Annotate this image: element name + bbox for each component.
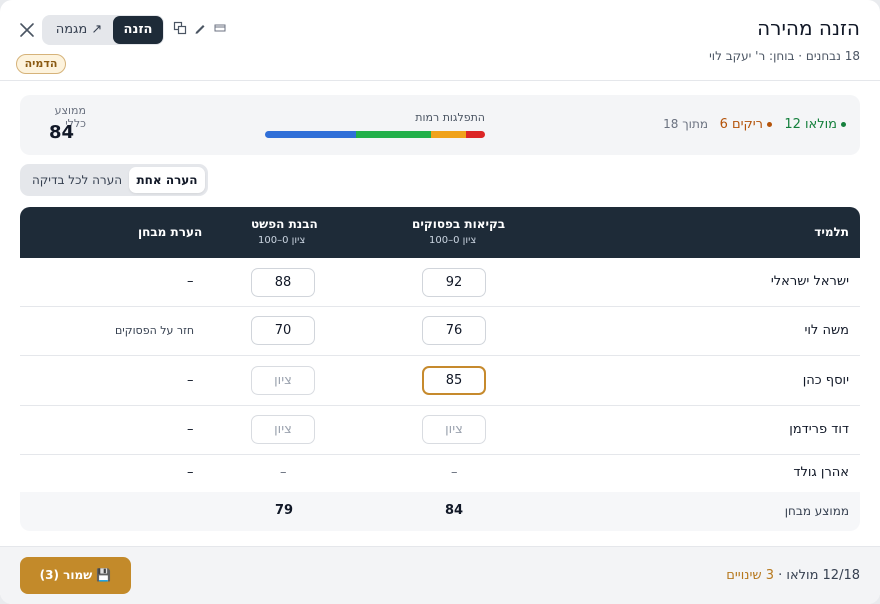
student-name: ישראל ישראלי (770, 274, 849, 289)
modal-footer: 💾 שמור (3) 12/18 מולאו · 3 שינויים (0, 546, 880, 604)
filled-status: 12/18 מולאו (786, 568, 860, 583)
table-header: תלמיד בקיאות בפסוקים ציון 0–100 הבנת הפש… (20, 207, 860, 258)
distribution-segment (265, 131, 357, 138)
header-understanding: הבנת הפשט (251, 217, 318, 231)
filled-count: מולאו 12 (784, 117, 846, 132)
grade-cell-understanding: – (280, 465, 287, 480)
status-separator: · (774, 568, 787, 583)
overall-average-value: 84 (49, 122, 75, 143)
header-student: תלמיד (814, 225, 849, 239)
exam-average-understanding: 79 (275, 503, 294, 518)
header-understanding-range: ציון 0–100 (258, 235, 306, 246)
comment-mode-toggle: הערה אחת הערה לכל בדיקה (20, 164, 208, 196)
mode-switch: הזנה ↗ מגמה (42, 15, 164, 45)
grade-input-understanding[interactable]: 70 (251, 316, 315, 345)
student-name: יוסף כהן (802, 373, 849, 388)
grades-table: תלמיד בקיאות בפסוקים ציון 0–100 הבנת הפש… (20, 207, 860, 531)
header-fluency-range: ציון 0–100 (429, 235, 477, 246)
distribution-label: התפלגות רמות (415, 111, 485, 124)
grade-input-understanding[interactable]: 88 (251, 268, 315, 297)
table-row: ישראל ישראלי 92 88 – (20, 258, 860, 307)
header-note: הערת מבחן (138, 225, 203, 239)
tab-trend[interactable]: ↗ מגמה (48, 16, 110, 44)
note-cell[interactable]: חזר על הפסוקים (115, 324, 194, 337)
filled-dot-icon (841, 122, 846, 127)
tab-input[interactable]: הזנה (113, 16, 163, 44)
table-row: דוד פרידמן ציון ציון – (20, 406, 860, 455)
level-distribution-bar (265, 131, 485, 138)
exam-average-label: ממוצע מבחן (784, 504, 849, 518)
modal-header: הזנה מהירה 18 נבחנים · בוחן: ר' יעקב לוי… (0, 0, 880, 81)
empty-count: ריקים 6 (720, 117, 772, 132)
distribution-segment (466, 131, 485, 138)
demo-badge: הדמיה (16, 54, 66, 74)
grade-input-fluency[interactable]: 92 (422, 268, 486, 297)
grade-input-understanding[interactable]: ציון (251, 415, 315, 444)
note-cell[interactable]: – (187, 465, 194, 480)
copy-icon[interactable] (173, 21, 187, 35)
total-count: מתוך 18 (663, 117, 708, 131)
comment-mode-single[interactable]: הערה אחת (129, 167, 205, 193)
distribution-segment (431, 131, 467, 138)
grade-input-fluency[interactable]: ציון (422, 415, 486, 444)
note-cell[interactable]: – (187, 422, 194, 437)
distribution-segment (356, 131, 432, 138)
grade-input-understanding[interactable]: ציון (251, 366, 315, 395)
quick-entry-modal: הזנה מהירה 18 נבחנים · בוחן: ר' יעקב לוי… (0, 0, 880, 604)
page-title: הזנה מהירה (757, 16, 860, 40)
grade-cell-fluency: – (451, 465, 458, 480)
exam-average-row: ממוצע מבחן 84 79 (20, 492, 860, 531)
close-icon[interactable] (18, 21, 36, 39)
grade-input-fluency[interactable]: 85 (422, 366, 486, 395)
grade-input-fluency[interactable]: 76 (422, 316, 486, 345)
changes-count: 3 שינויים (726, 568, 774, 583)
empty-dot-icon (767, 122, 772, 127)
footer-status: 12/18 מולאו · 3 שינויים (726, 568, 860, 583)
table-row: יוסף כהן 85 ציון – (20, 356, 860, 406)
save-button[interactable]: 💾 שמור (3) (20, 557, 131, 594)
window-icon[interactable] (213, 21, 227, 35)
stats-card: מולאו 12 ריקים 6 מתוך 18 התפלגות רמות ממ… (20, 95, 860, 155)
comment-mode-per-check[interactable]: הערה לכל בדיקה (25, 167, 129, 193)
header-fluency: בקיאות בפסוקים (412, 217, 506, 231)
student-name: אהרן גולד (793, 465, 849, 480)
exam-average-fluency: 84 (445, 503, 464, 518)
empty-count-label: ריקים 6 (719, 117, 763, 132)
note-cell[interactable]: – (187, 274, 194, 289)
student-name: דוד פרידמן (789, 422, 849, 437)
table-row: משה לוי 76 70 חזר על הפסוקים (20, 307, 860, 356)
note-cell[interactable]: – (187, 373, 194, 388)
student-name: משה לוי (804, 323, 849, 338)
pencil-icon[interactable] (193, 21, 207, 35)
filled-count-label: מולאו 12 (784, 117, 837, 132)
table-row: אהרן גולד – – – (20, 455, 860, 492)
page-subtitle: 18 נבחנים · בוחן: ר' יעקב לוי (709, 49, 860, 63)
